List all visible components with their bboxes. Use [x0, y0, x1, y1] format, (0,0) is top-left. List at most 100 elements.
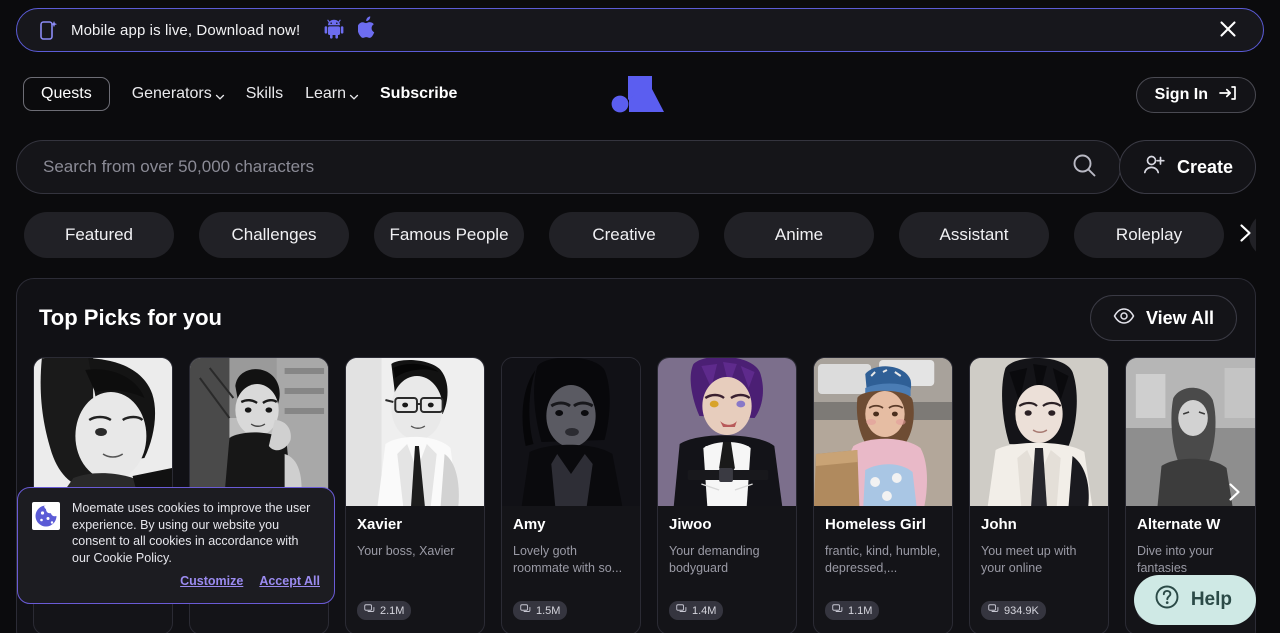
card-chat-count: 934.9K [981, 601, 1046, 620]
character-card[interactable]: John You meet up with your online gaming… [969, 357, 1109, 633]
chat-bubbles-icon [988, 603, 999, 618]
help-label: Help [1190, 589, 1232, 610]
mobile-download-icon [39, 19, 59, 41]
card-description: Lovely goth roommate with so... [513, 544, 623, 575]
card-description: Your demanding bodyguard [669, 544, 760, 575]
cookie-actions: Customize Accept All [32, 574, 320, 588]
category-chip-featured[interactable]: Featured [24, 212, 174, 258]
announcement-content: Mobile app is live, Download now! [39, 16, 1211, 44]
chat-bubbles-icon [832, 603, 843, 618]
nav-item-quests[interactable]: Quests [23, 77, 110, 111]
card-body: Jiwoo Your demanding bodyguard [658, 506, 796, 577]
card-name: Amy [513, 516, 546, 533]
announcement-banner: Mobile app is live, Download now! [16, 8, 1264, 52]
login-arrow-icon [1219, 85, 1237, 106]
main-navigation: Quests Generators Skills Learn Subscribe [0, 66, 1280, 122]
card-chat-count-label: 934.9K [1004, 604, 1039, 617]
card-chat-count-label: 2.1M [380, 604, 405, 617]
help-button[interactable]: Help [1133, 575, 1256, 625]
card-body: Alternate W Dive into your fantasies [1126, 506, 1255, 577]
chevron-down-icon [215, 89, 224, 100]
category-chip-challenges[interactable]: Challenges [199, 212, 349, 258]
card-body: Amy Lovely goth roommate with so... [502, 506, 640, 577]
card-image-manga-man-closeup [34, 358, 172, 506]
card-chat-count-label: 1.5M [536, 604, 561, 617]
cookie-consent-dialog: Moemate uses cookies to improve the user… [17, 487, 335, 604]
card-image-manga-man-glasses [346, 358, 484, 506]
sign-in-button[interactable]: Sign In [1135, 77, 1256, 113]
card-chat-count: 2.1M [357, 601, 412, 620]
card-image-girl-beanie-street [814, 358, 952, 506]
nav-item-learn[interactable]: Learn [305, 85, 359, 103]
nav-links: Quests Generators Skills Learn Subscribe [0, 77, 457, 111]
chevron-right-icon [1235, 222, 1255, 249]
card-name: John [981, 516, 1017, 533]
apple-icon[interactable] [357, 16, 377, 44]
card-chat-count-label: 1.4M [692, 604, 717, 617]
nav-item-label: Generators [131, 85, 212, 102]
character-card[interactable]: Amy Lovely goth roommate with so... 1.5M [501, 357, 641, 633]
categories-next-button[interactable] [1232, 222, 1258, 248]
cookie-accept-all-link[interactable]: Accept All [259, 574, 320, 588]
nav-item-subscribe[interactable]: Subscribe [380, 85, 457, 103]
character-card[interactable]: Homeless Girl frantic, kind, humble, dep… [813, 357, 953, 633]
card-name: Xavier [357, 516, 403, 533]
card-image-dark-hair-anime-man [970, 358, 1108, 506]
character-card[interactable]: Jiwoo Your demanding bodyguard 1.4M [657, 357, 797, 633]
card-body: John You meet up with your online gaming… [970, 506, 1108, 577]
category-chip-assistant[interactable]: Assistant [899, 212, 1049, 258]
character-card[interactable]: Xavier Your boss, Xavier 2.1M [345, 357, 485, 633]
card-description: Dive into your fantasies [1137, 544, 1214, 575]
card-chat-count: 1.4M [669, 601, 724, 620]
card-description: You meet up with your online gaming... [981, 544, 1077, 575]
category-chip-anime[interactable]: Anime [724, 212, 874, 258]
announcement-text: Mobile app is live, Download now! [71, 21, 301, 39]
user-plus-icon [1142, 153, 1166, 182]
category-chip-creative[interactable]: Creative [549, 212, 699, 258]
chat-bubbles-icon [520, 603, 531, 618]
question-mark-icon [1154, 584, 1180, 616]
store-icons [324, 16, 377, 44]
nav-item-generators[interactable]: Generators [132, 85, 224, 103]
banner-close-button[interactable] [1211, 13, 1245, 47]
cookie-message: Moemate uses cookies to improve the user… [72, 501, 311, 565]
search-icon[interactable] [1070, 151, 1098, 184]
create-label: Create [1176, 156, 1233, 177]
card-body: Homeless Girl frantic, kind, humble, dep… [814, 506, 952, 577]
category-chip-roleplay[interactable]: Roleplay [1074, 212, 1224, 258]
card-name: Homeless Girl [825, 516, 926, 533]
create-button[interactable]: Create [1118, 140, 1256, 194]
card-description: Your boss, Xavier [357, 544, 455, 558]
card-image-purple-hair-anime-man [658, 358, 796, 506]
cookie-icon [32, 502, 60, 530]
card-image-goth-girl-dark [502, 358, 640, 506]
card-body: Xavier Your boss, Xavier [346, 506, 484, 577]
nav-item-label: Learn [305, 85, 346, 102]
category-chips: Featured Challenges Famous People Creati… [24, 212, 1256, 258]
nav-item-label: Skills [245, 85, 284, 102]
card-chat-count-label: 1.1M [848, 604, 873, 617]
android-icon[interactable] [324, 17, 344, 44]
chat-bubbles-icon [364, 603, 375, 618]
nav-item-label: Subscribe [380, 85, 458, 102]
search-box[interactable] [16, 140, 1121, 194]
close-icon [1218, 19, 1238, 42]
cookie-content: Moemate uses cookies to improve the user… [32, 500, 320, 566]
sign-in-label: Sign In [1154, 86, 1208, 103]
nav-actions: Sign In [1135, 77, 1256, 113]
category-chip-famous-people[interactable]: Famous People [374, 212, 524, 258]
cookie-customize-link[interactable]: Customize [180, 574, 243, 588]
nav-item-skills[interactable]: Skills [246, 85, 283, 103]
card-description: frantic, kind, humble, depressed,... [825, 544, 941, 575]
eye-icon [1113, 307, 1135, 330]
view-all-button[interactable]: View All [1089, 295, 1237, 341]
card-name: Jiwoo [669, 516, 712, 533]
search-input[interactable] [43, 157, 1070, 177]
chat-bubbles-icon [676, 603, 687, 618]
view-all-label: View All [1145, 307, 1214, 328]
cards-next-button[interactable] [1221, 481, 1247, 507]
chevron-right-icon [1224, 481, 1244, 508]
moemate-logo-icon [609, 72, 671, 116]
card-image-manga-man-street [190, 358, 328, 506]
chevron-down-icon [349, 89, 359, 100]
